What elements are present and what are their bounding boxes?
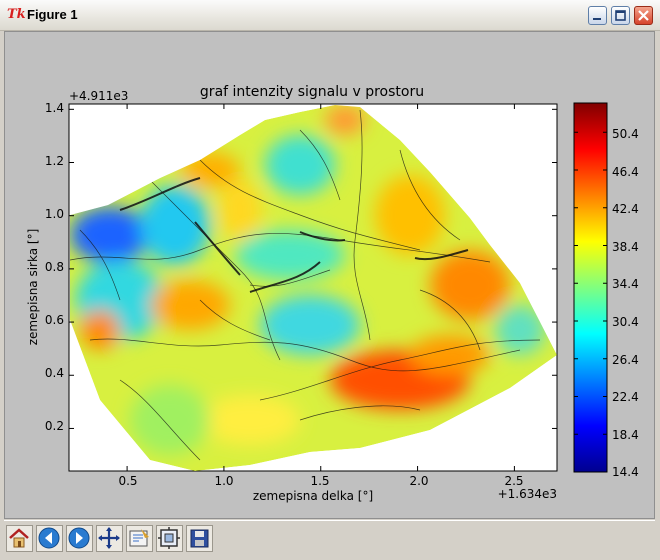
y-tick-label: 0.8 xyxy=(45,260,64,274)
x-tick-label: 2.0 xyxy=(409,474,428,488)
navigation-toolbar xyxy=(4,520,655,559)
figure-canvas[interactable]: 0.5 1.0 1.5 2.0 2.5 0.2 0.4 0.6 0.8 1.0 … xyxy=(0,0,660,520)
pan-icon xyxy=(98,527,120,549)
x-tick-label: 1.5 xyxy=(310,474,329,488)
x-tick-label: 0.5 xyxy=(118,474,137,488)
x-tick-label: 1.0 xyxy=(214,474,233,488)
subplots-icon xyxy=(158,527,180,549)
home-icon xyxy=(9,528,29,548)
forward-icon xyxy=(68,527,90,549)
home-button[interactable] xyxy=(6,525,33,552)
colorbar-tick-label: 18.4 xyxy=(612,428,639,442)
configure-subplots-button[interactable] xyxy=(156,525,183,552)
y-tick-label: 0.6 xyxy=(45,313,64,327)
colorbar-tick-label: 26.4 xyxy=(612,353,639,367)
y-tick-label: 0.2 xyxy=(45,419,64,433)
y-tick-label: 1.2 xyxy=(45,154,64,168)
x-offset-label: +1.634e3 xyxy=(498,487,557,501)
y-axis-label: zemepisna sirka [°] xyxy=(26,229,40,346)
zoom-icon xyxy=(129,529,149,547)
y-offset-label: +4.911e3 xyxy=(69,89,128,103)
colorbar-tick-label: 42.4 xyxy=(612,202,639,216)
colorbar-tick-label: 30.4 xyxy=(612,315,639,329)
colorbar-tick-label: 14.4 xyxy=(612,465,639,479)
y-tick-label: 0.4 xyxy=(45,366,64,380)
colorbar-tick-label: 22.4 xyxy=(612,390,639,404)
chart-title: graf intenzity signalu v prostoru xyxy=(200,84,424,100)
save-button[interactable] xyxy=(186,525,213,552)
colorbar xyxy=(573,102,608,473)
y-tick-label: 1.0 xyxy=(45,207,64,221)
colorbar-tick-label: 50.4 xyxy=(612,127,639,141)
zoom-to-rect-button[interactable] xyxy=(126,525,153,552)
colorbar-tick-label: 46.4 xyxy=(612,165,639,179)
colorbar-tick-label: 34.4 xyxy=(612,277,639,291)
colorbar-tick-label: 38.4 xyxy=(612,240,639,254)
x-tick-label: 2.5 xyxy=(504,474,523,488)
save-icon xyxy=(190,529,209,548)
back-icon xyxy=(38,527,60,549)
back-button[interactable] xyxy=(36,525,63,552)
x-axis-label: zemepisna delka [°] xyxy=(253,489,373,503)
pan-button[interactable] xyxy=(96,525,123,552)
y-tick-label: 1.4 xyxy=(45,101,64,115)
forward-button[interactable] xyxy=(66,525,93,552)
